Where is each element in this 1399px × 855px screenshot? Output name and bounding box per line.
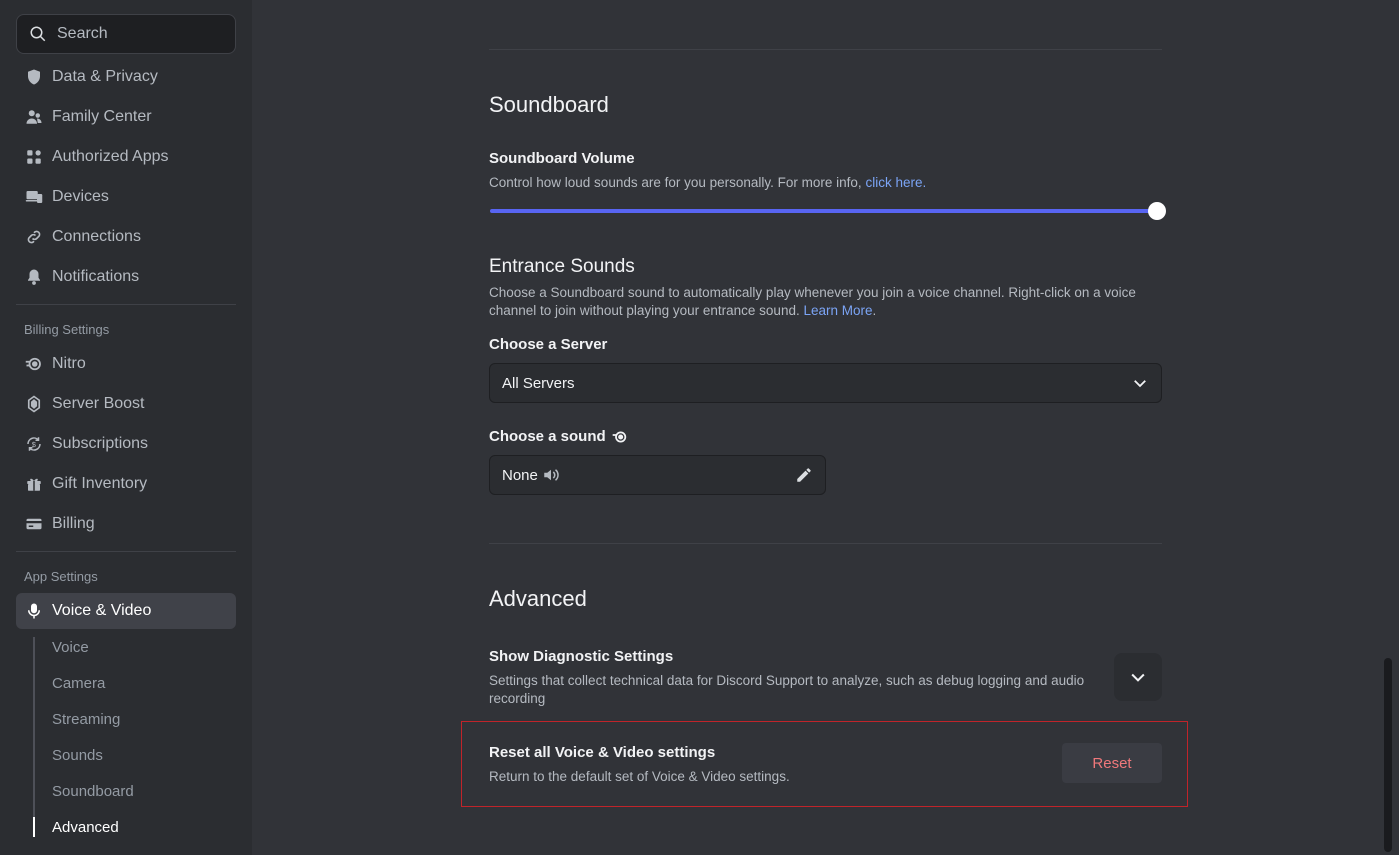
sidebar-item-billing[interactable]: Billing xyxy=(16,506,236,542)
choose-server-label: Choose a Server xyxy=(489,336,608,353)
sidebar-item-connections[interactable]: Connections xyxy=(16,219,236,255)
sidebar-item-devices[interactable]: Devices xyxy=(16,179,236,215)
server-select[interactable]: All Servers xyxy=(489,363,1162,403)
sidebar-item-label: Nitro xyxy=(52,355,86,372)
sidebar-item-label: Server Boost xyxy=(52,395,145,412)
sidebar-item-label: Data & Privacy xyxy=(52,68,158,85)
sidebar-item-authorized-apps[interactable]: Authorized Apps xyxy=(16,139,236,175)
subscriptions-icon: $ xyxy=(24,434,44,454)
sidebar-divider xyxy=(16,551,236,552)
sidebar-item-family-center[interactable]: Family Center xyxy=(16,99,236,135)
app-settings-header: App Settings xyxy=(24,569,98,584)
desc-text: Control how loud sounds are for you pers… xyxy=(489,175,866,190)
devices-icon xyxy=(24,187,44,207)
slider-handle[interactable] xyxy=(1148,202,1166,220)
sidebar-item-label: Notifications xyxy=(52,268,140,285)
sidebar-item-label: Family Center xyxy=(52,108,152,125)
diagnostic-settings-desc: Settings that collect technical data for… xyxy=(489,672,1084,708)
settings-sidebar: Search Data & Privacy Family Center Auth… xyxy=(0,0,252,855)
sidebar-item-data-privacy[interactable]: Data & Privacy xyxy=(16,59,236,95)
sidebar-item-voice-video[interactable]: Voice & Video xyxy=(16,593,236,629)
choose-sound-label: Choose a sound xyxy=(489,428,628,445)
subnav-voice[interactable]: Voice xyxy=(52,639,89,656)
sidebar-item-subscriptions[interactable]: $ Subscriptions xyxy=(16,426,236,462)
link-icon xyxy=(24,227,44,247)
diagnostic-expand-button[interactable] xyxy=(1114,653,1162,701)
sidebar-item-nitro[interactable]: Nitro xyxy=(16,346,236,382)
subnav-active-indicator xyxy=(33,817,35,837)
subnav-sounds[interactable]: Sounds xyxy=(52,747,103,764)
sidebar-item-label: Subscriptions xyxy=(52,435,149,452)
sound-value-text: None xyxy=(502,466,538,484)
sidebar-item-label: Voice & Video xyxy=(52,602,152,619)
sound-picker[interactable]: None xyxy=(489,455,826,495)
boost-icon xyxy=(24,394,44,414)
sidebar-item-label: Gift Inventory xyxy=(52,475,148,492)
search-placeholder: Search xyxy=(57,25,108,42)
desc-line: recording xyxy=(489,691,546,706)
diagnostic-settings-label: Show Diagnostic Settings xyxy=(489,648,674,665)
sidebar-divider xyxy=(16,304,236,305)
billing-settings-header: Billing Settings xyxy=(24,322,110,337)
sidebar-item-label: Devices xyxy=(52,188,109,205)
chevron-down-icon xyxy=(1131,673,1145,682)
svg-text:$: $ xyxy=(32,440,37,449)
nitro-icon xyxy=(24,354,44,374)
scrollbar-thumb[interactable] xyxy=(1384,658,1392,852)
search-icon xyxy=(30,26,46,42)
desc-line: channel to join without playing your ent… xyxy=(489,302,1136,320)
learn-more-link[interactable]: Learn More xyxy=(803,303,872,318)
entrance-sounds-desc: Choose a Soundboard sound to automatical… xyxy=(489,284,1136,320)
subnav-camera[interactable]: Camera xyxy=(52,675,105,692)
desc-line: Settings that collect technical data for… xyxy=(489,673,1085,688)
speaker-icon xyxy=(544,469,559,481)
microphone-icon xyxy=(24,601,44,621)
click-here-link[interactable]: click here. xyxy=(865,175,926,190)
server-select-value: All Servers xyxy=(502,374,575,392)
reset-settings-desc: Return to the default set of Voice & Vid… xyxy=(489,769,790,784)
sidebar-item-notifications[interactable]: Notifications xyxy=(16,259,236,295)
choose-sound-text: Choose a sound xyxy=(489,428,606,445)
section-divider xyxy=(489,543,1162,544)
sidebar-item-label: Authorized Apps xyxy=(52,148,169,165)
subnav-streaming[interactable]: Streaming xyxy=(52,711,120,728)
bell-icon xyxy=(24,267,44,287)
sound-value: None xyxy=(502,466,560,484)
subnav-advanced[interactable]: Advanced xyxy=(52,819,119,836)
subnav-soundboard[interactable]: Soundboard xyxy=(52,783,134,800)
desc-line: Choose a Soundboard sound to automatical… xyxy=(489,285,1136,300)
card-icon xyxy=(24,514,44,534)
reset-button[interactable]: Reset xyxy=(1062,743,1162,783)
advanced-title: Advanced xyxy=(489,586,587,611)
apps-icon xyxy=(24,147,44,167)
subnav-guide-line xyxy=(33,637,35,837)
entrance-sounds-title: Entrance Sounds xyxy=(489,256,635,277)
sidebar-item-server-boost[interactable]: Server Boost xyxy=(16,386,236,422)
soundboard-volume-label: Soundboard Volume xyxy=(489,150,635,167)
section-divider xyxy=(489,49,1162,50)
pencil-icon[interactable] xyxy=(795,466,813,484)
soundboard-volume-desc: Control how loud sounds are for you pers… xyxy=(489,174,926,192)
nitro-icon xyxy=(612,430,626,443)
desc-period: . xyxy=(872,303,877,318)
desc-text: channel to join without playing your ent… xyxy=(489,303,804,318)
search-input[interactable]: Search xyxy=(16,14,236,54)
sidebar-item-gift-inventory[interactable]: Gift Inventory xyxy=(16,466,236,502)
shield-icon xyxy=(24,67,44,87)
family-icon xyxy=(24,107,44,127)
reset-settings-label: Reset all Voice & Video settings xyxy=(489,744,716,761)
soundboard-title: Soundboard xyxy=(489,92,609,117)
sidebar-item-label: Billing xyxy=(52,515,95,532)
chevron-down-icon xyxy=(1134,380,1146,388)
soundboard-volume-slider[interactable] xyxy=(490,209,1157,213)
sidebar-item-label: Connections xyxy=(52,228,141,245)
gift-icon xyxy=(24,474,44,494)
